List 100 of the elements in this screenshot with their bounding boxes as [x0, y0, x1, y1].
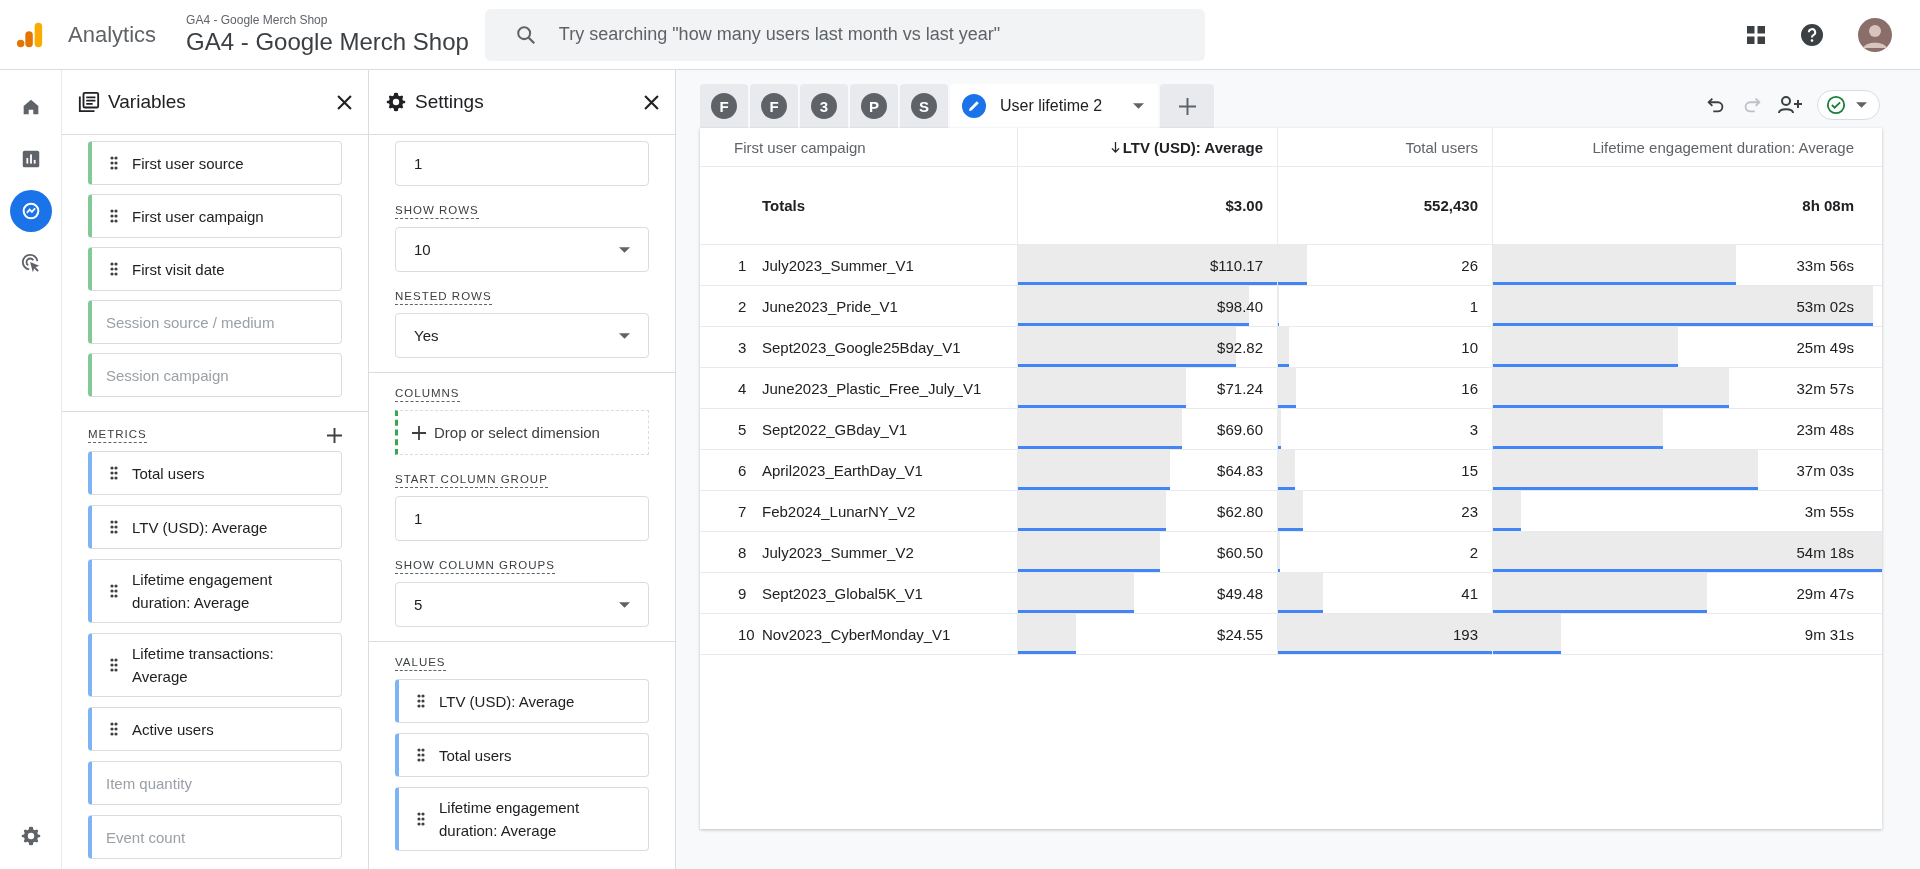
panel-title: Variables — [108, 91, 187, 113]
drag-handle-icon[interactable] — [417, 748, 425, 762]
variables-icon — [78, 91, 100, 113]
cell-value: $92.82 — [1217, 338, 1263, 356]
metric-chip[interactable]: Lifetime engagement duration: Average — [88, 559, 342, 623]
gear-icon — [385, 91, 407, 113]
column-header[interactable]: Total users — [1277, 128, 1492, 166]
tab[interactable]: User lifetime 2 — [950, 84, 1158, 128]
cell-value: 1 — [1469, 297, 1478, 315]
field-label: COLUMNS — [395, 387, 460, 402]
pencil-icon — [962, 94, 986, 118]
target-cursor-icon — [19, 252, 42, 274]
field-label: NESTED ROWS — [395, 290, 492, 305]
cell-value: 23m 48s — [1796, 420, 1854, 438]
row-number: 7 — [737, 501, 748, 522]
tab[interactable]: F — [750, 84, 798, 128]
search-icon — [514, 23, 537, 46]
metric-chip[interactable]: LTV (USD): Average — [88, 505, 342, 549]
close-icon[interactable] — [644, 94, 659, 110]
dropdown[interactable]: 5 — [395, 582, 649, 627]
drag-handle-icon[interactable] — [110, 658, 118, 672]
input-field[interactable]: 1 — [395, 496, 649, 541]
column-header[interactable]: LTV (USD): Average — [1017, 128, 1277, 166]
cell-value: 9m 31s — [1804, 625, 1854, 643]
tab[interactable]: P — [850, 84, 898, 128]
drag-handle-icon[interactable] — [110, 209, 118, 223]
metric-chip[interactable]: Lifetime transactions: Average — [88, 633, 342, 697]
search-field[interactable]: Try searching "how many users last month vs last year" — [556, 23, 1205, 46]
apps-grid-icon[interactable] — [1746, 24, 1766, 45]
add-icon[interactable] — [327, 428, 342, 443]
cell-value: $98.40 — [1217, 297, 1263, 315]
drag-handle-icon[interactable] — [110, 520, 118, 534]
drop-zone[interactable]: Drop or select dimension — [395, 410, 649, 455]
caret-icon — [1133, 103, 1144, 109]
analytics-logo-icon[interactable] — [16, 20, 44, 49]
account-name[interactable]: GA4 - Google Merch Shop — [186, 13, 469, 27]
campaign-name: June2023_Pride_V1 — [762, 296, 899, 317]
tab[interactable]: S — [900, 84, 948, 128]
tab[interactable]: 3 — [800, 84, 848, 128]
input-field[interactable]: 1 — [395, 141, 649, 186]
campaign-name: Sept2023_Global5K_V1 — [762, 583, 924, 604]
total-value: 552,430 — [1277, 167, 1492, 244]
cell-value: 53m 02s — [1796, 297, 1854, 315]
column-header[interactable]: First user campaign — [700, 128, 1017, 166]
value-chip[interactable]: LTV (USD): Average — [395, 679, 649, 723]
column-header[interactable]: Lifetime engagement duration: Average — [1492, 128, 1882, 166]
row-number: 8 — [737, 542, 748, 563]
cell-value: $24.55 — [1217, 625, 1263, 643]
campaign-name: June2023_Plastic_Free_July_V1 — [762, 378, 983, 399]
product-name: Analytics — [68, 21, 157, 48]
dropdown[interactable]: Yes — [395, 313, 649, 358]
avatar-icon[interactable] — [1858, 17, 1892, 52]
metric-chip[interactable]: Total users — [88, 451, 342, 495]
drag-handle-icon[interactable] — [110, 262, 118, 276]
tab[interactable]: F — [700, 84, 748, 128]
metric-chip[interactable]: Active users — [88, 707, 342, 751]
campaign-name: April2023_EarthDay_V1 — [762, 460, 924, 481]
cell-value: 3 — [1469, 420, 1478, 438]
cell-value: 26 — [1461, 256, 1478, 274]
check-circle-icon — [1826, 95, 1846, 115]
dimension-chip[interactable]: First visit date — [88, 247, 342, 291]
value-chip[interactable]: Total users — [395, 733, 649, 777]
dimension-chip[interactable]: First user source — [88, 141, 342, 185]
settings-icon[interactable] — [19, 825, 42, 847]
drag-handle-icon[interactable] — [110, 722, 118, 736]
total-value: $3.00 — [1017, 167, 1277, 244]
nav-item[interactable] — [9, 190, 52, 232]
drag-handle-icon[interactable] — [110, 466, 118, 480]
drag-handle-icon[interactable] — [417, 694, 425, 708]
status-dropdown[interactable] — [1817, 90, 1880, 120]
row-number: 6 — [737, 460, 748, 481]
cell-value: 10 — [1461, 338, 1478, 356]
close-icon[interactable] — [337, 94, 352, 110]
row-number: 4 — [737, 378, 748, 399]
row-number: 9 — [737, 583, 748, 604]
caret-icon — [1856, 102, 1867, 108]
campaign-name: July2023_Summer_V1 — [762, 255, 915, 276]
value-chip[interactable]: Lifetime engagement duration: Average — [395, 787, 649, 851]
drag-handle-icon[interactable] — [417, 812, 425, 826]
caret-icon — [619, 246, 630, 253]
help-icon[interactable] — [1800, 22, 1824, 47]
search-bar[interactable]: Try searching "how many users last month vs last year" — [484, 8, 1205, 61]
dimension-chip[interactable]: First user campaign — [88, 194, 342, 238]
cell-value: 41 — [1461, 584, 1478, 602]
drag-handle-icon[interactable] — [110, 156, 118, 170]
cell-value: 32m 57s — [1796, 379, 1854, 397]
total-value: 8h 08m — [1492, 167, 1882, 244]
row-number: 2 — [737, 296, 748, 317]
cell-value: $49.48 — [1217, 584, 1263, 602]
row-number: 1 — [737, 255, 748, 276]
dropdown[interactable]: 10 — [395, 227, 649, 272]
cell-value: 29m 47s — [1796, 584, 1854, 602]
field-label: SHOW COLUMN GROUPS — [395, 559, 555, 574]
drag-handle-icon[interactable] — [110, 584, 118, 598]
property-name[interactable]: GA4 - Google Merch Shop — [186, 28, 469, 56]
cell-value: 16 — [1461, 379, 1478, 397]
add-icon — [412, 425, 426, 440]
add-icon — [1178, 97, 1196, 115]
row-number: 5 — [737, 419, 748, 440]
cell-value: 15 — [1461, 461, 1478, 479]
